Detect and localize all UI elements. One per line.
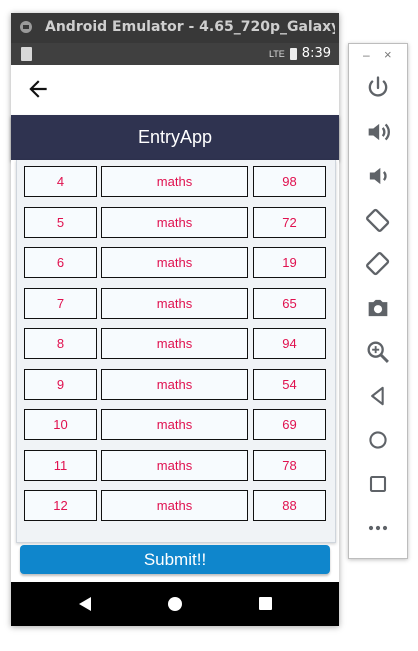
marks-cell: 98 [253,166,326,197]
id-cell: 12 [24,490,97,521]
home-icon[interactable] [364,426,392,454]
subject-cell: maths [101,287,248,319]
marks-cell: 65 [253,287,326,319]
submit-button[interactable]: Submit!! [20,545,330,574]
signal-label: LTE [268,48,285,59]
power-icon[interactable] [364,74,392,102]
id-cell: 6 [24,247,97,278]
close-button[interactable]: × [384,47,392,62]
app-header: EntryApp [11,115,339,160]
android-nav-bar [11,582,339,626]
marks-cell: 88 [253,490,326,521]
id-cell: 8 [24,328,97,359]
subject-cell: maths [101,206,248,238]
app-title: EntryApp [137,127,213,147]
rotate-right-icon[interactable] [364,250,392,278]
table-row: 8 maths 94 [24,328,328,360]
marks-cell: 69 [253,409,326,440]
marks-cell: 78 [253,449,326,481]
volume-down-icon[interactable] [364,162,392,190]
entry-table[interactable]: 4 maths 98 5 maths 72 6 maths 19 7 maths… [16,160,336,543]
rotate-left-icon[interactable] [364,206,392,234]
nav-recents-icon[interactable] [259,597,272,610]
back-icon[interactable] [364,382,392,410]
marks-cell: 72 [253,206,326,238]
table-row: 11 maths 78 [24,449,328,482]
arrow-left-icon[interactable] [25,76,51,102]
status-time: 8:39 [301,46,331,61]
table-row: 5 maths 72 [24,206,328,239]
id-cell: 9 [24,368,97,400]
marks-cell: 19 [253,247,326,278]
table-row: 7 maths 65 [24,287,328,320]
emulator-window: Android Emulator - 4.65_720p_Galaxy_Nexu… [11,13,339,626]
app-content: 4 maths 98 5 maths 72 6 maths 19 7 maths… [11,160,339,582]
subject-cell: maths [101,166,248,197]
id-cell: 4 [24,166,97,197]
subject-cell: maths [101,449,248,481]
id-cell: 7 [24,287,97,319]
table-row: 12 maths 88 [24,490,328,522]
more-icon[interactable] [364,514,392,542]
battery-icon [289,47,297,60]
subject-cell: maths [101,409,248,440]
table-row: 6 maths 19 [24,247,328,279]
volume-up-icon[interactable] [364,118,392,146]
nav-back-icon[interactable] [79,597,91,611]
subject-cell: maths [101,368,248,400]
sd-card-icon [21,47,32,61]
subject-cell: maths [101,328,248,359]
minimize-button[interactable]: – [363,48,370,62]
table-row: 4 maths 98 [24,166,328,198]
marks-cell: 54 [253,368,326,400]
marks-cell: 94 [253,328,326,359]
nav-home-icon[interactable] [168,597,182,611]
subject-cell: maths [101,490,248,521]
camera-icon[interactable] [364,294,392,322]
zoom-icon[interactable] [364,338,392,366]
app-toolbar [11,65,339,115]
android-status-bar: LTE 8:39 [11,43,339,65]
overview-icon[interactable] [364,470,392,498]
id-cell: 10 [24,409,97,440]
emulator-title-bar[interactable]: Android Emulator - 4.65_720p_Galaxy_Nexu… [11,13,339,43]
id-cell: 5 [24,206,97,238]
emulator-side-toolbar: – × [348,43,408,559]
emulator-window-title: Android Emulator - 4.65_720p_Galaxy_Nexu… [45,19,335,35]
emulator-app-icon [20,21,32,33]
table-row: 10 maths 69 [24,409,328,441]
table-row: 9 maths 54 [24,368,328,401]
id-cell: 11 [24,449,97,481]
subject-cell: maths [101,247,248,278]
